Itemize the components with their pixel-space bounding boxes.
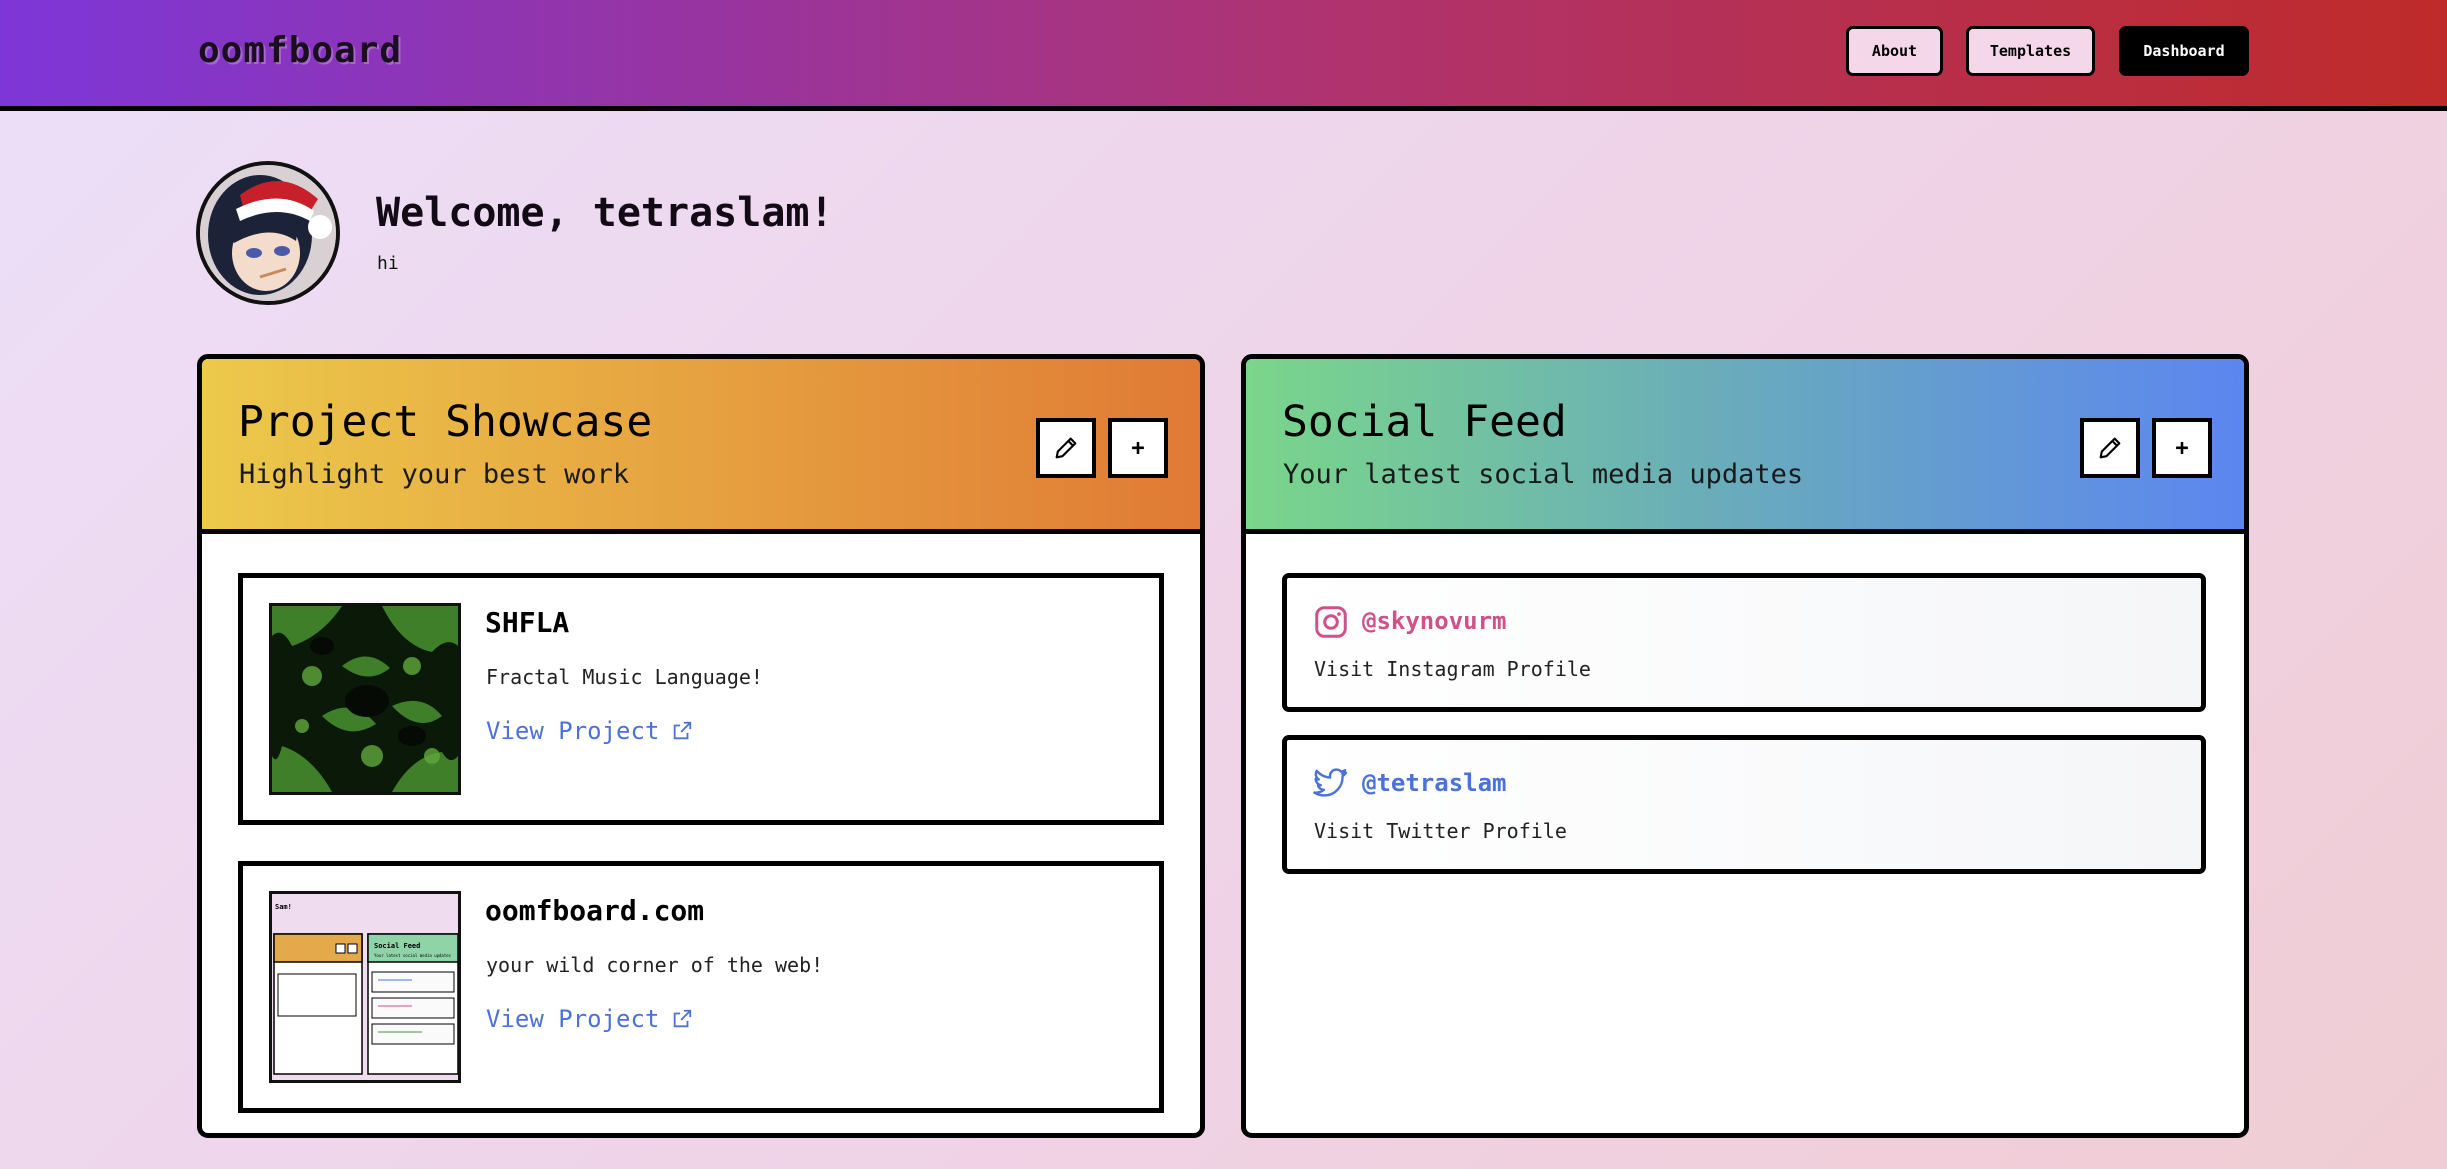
view-project-label: View Project: [486, 1005, 660, 1033]
templates-button[interactable]: Templates: [1966, 26, 2095, 76]
visit-profile-link[interactable]: Visit Instagram Profile: [1314, 657, 1591, 681]
add-social-button[interactable]: +: [2152, 418, 2212, 478]
pencil-icon: [2099, 437, 2121, 459]
panel-subtitle: Your latest social media updates: [1283, 459, 1804, 490]
project-card: Sam! Social Feed Your latest social medi…: [238, 861, 1164, 1113]
visit-profile-link[interactable]: Visit Twitter Profile: [1314, 819, 1567, 843]
avatar-image: [200, 165, 336, 301]
about-button[interactable]: About: [1846, 26, 1943, 76]
panel-title: Project Showcase: [238, 397, 653, 447]
profile-bio: hi: [377, 253, 399, 274]
social-handle[interactable]: @skynovurm: [1362, 607, 1507, 635]
project-showcase-panel: Project Showcase Highlight your best wor…: [197, 354, 1205, 1138]
welcome-heading: Welcome, tetraslam!: [376, 190, 834, 236]
instagram-icon: [1315, 606, 1347, 638]
fractal-image: [272, 606, 458, 792]
mini-social-subtitle: Your latest social media updates: [374, 953, 452, 958]
project-description: Fractal Music Language!: [486, 665, 763, 689]
project-thumbnail: Sam! Social Feed Your latest social medi…: [269, 891, 461, 1083]
edit-panel-button[interactable]: [2080, 418, 2140, 478]
social-feed-panel: Social Feed Your latest social media upd…: [1241, 354, 2249, 1138]
project-card: SHFLA Fractal Music Language! View Proje…: [238, 573, 1164, 825]
panel-title: Social Feed: [1282, 397, 1567, 447]
edit-panel-button[interactable]: [1036, 418, 1096, 478]
panel-header: Project Showcase Highlight your best wor…: [202, 359, 1200, 534]
site-logo[interactable]: oomfboard: [198, 30, 402, 71]
dashboard-button[interactable]: Dashboard: [2119, 26, 2249, 76]
view-project-link[interactable]: View Project: [486, 1005, 693, 1033]
mini-welcome-text: Sam!: [275, 903, 292, 911]
project-name: oomfboard.com: [485, 894, 705, 927]
top-navbar: oomfboard About Templates Dashboard: [0, 0, 2447, 111]
panel-subtitle: Highlight your best work: [239, 459, 630, 490]
oomfboard-screenshot-image: Sam! Social Feed Your latest social medi…: [272, 894, 458, 1080]
pencil-icon: [1055, 437, 1077, 459]
external-link-icon: [674, 1009, 692, 1028]
twitter-icon: [1313, 768, 1348, 797]
project-thumbnail: [269, 603, 461, 795]
view-project-label: View Project: [486, 717, 660, 745]
avatar: [196, 161, 340, 305]
panel-header: Social Feed Your latest social media upd…: [1246, 359, 2244, 534]
project-name: SHFLA: [485, 606, 570, 639]
view-project-link[interactable]: View Project: [486, 717, 693, 745]
social-handle[interactable]: @tetraslam: [1362, 769, 1507, 797]
social-card-twitter[interactable]: @tetraslam Visit Twitter Profile: [1282, 735, 2206, 874]
project-description: your wild corner of the web!: [486, 953, 824, 977]
mini-social-title: Social Feed: [374, 942, 420, 950]
add-project-button[interactable]: +: [1108, 418, 1168, 478]
external-link-icon: [674, 721, 692, 740]
social-card-instagram[interactable]: @skynovurm Visit Instagram Profile: [1282, 573, 2206, 712]
